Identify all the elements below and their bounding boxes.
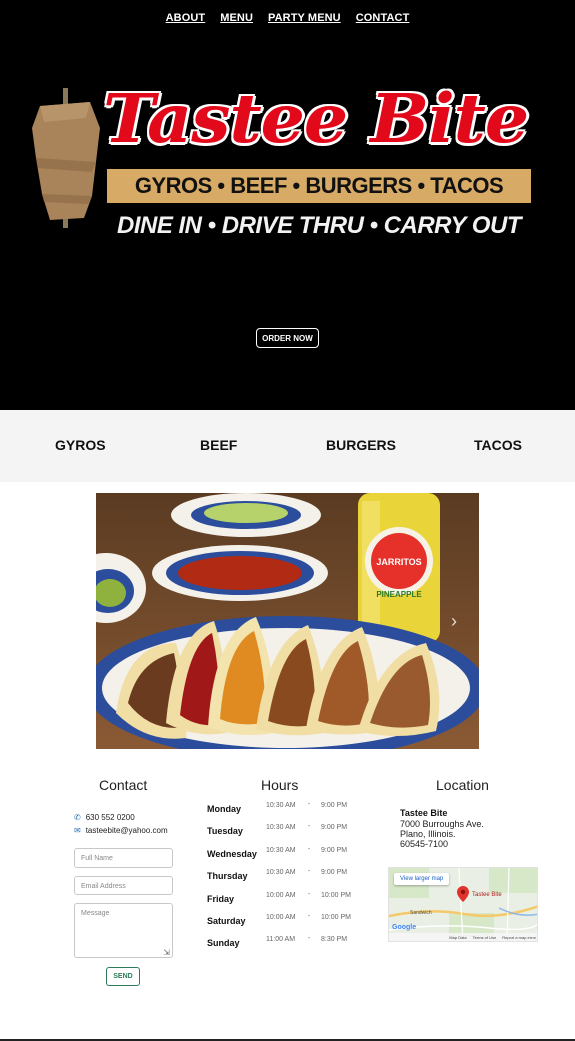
hero-section: ABOUT MENU PARTY MENU CONTACT Tastee Bit… [0,0,575,410]
hours-open: 10:00 AM [266,892,296,899]
nav-party-menu-link[interactable]: PARTY MENU [268,12,341,24]
full-name-input[interactable]: Full Name [74,848,173,868]
map-data-link[interactable]: Map Data [449,935,466,940]
brand-name: Tastee Bite [103,79,529,158]
hours-day: Thursday [207,871,248,881]
map-report-link[interactable]: Report a map error [502,935,536,940]
hours-day: Tuesday [207,826,243,836]
category-bar: GYROS BEEF BURGERS TACOS [0,410,575,482]
contact-email-text: tasteebite@yahoo.com [85,826,168,835]
chevron-right-icon[interactable]: › [451,611,457,632]
google-logo: Google [392,924,417,931]
location-name: Tastee Bite [400,808,448,818]
map-pin-icon[interactable] [457,886,469,902]
hours-dash: - [308,935,311,942]
category-beef[interactable]: BEEF [200,437,237,453]
email-address-input[interactable]: Email Address [74,876,173,895]
map-place-label: Sandwich [410,910,432,916]
message-placeholder: Message [81,910,110,917]
food-band: GYROS • BEEF • BURGERS • TACOS [107,169,531,203]
nav-menu-link[interactable]: MENU [220,12,253,24]
bottle-brand-text: JARRITOS [376,557,421,567]
contact-phone-text: 630 552 0200 [85,813,135,822]
hours-row: Saturday 10:00 AM - 10:00 PM [207,913,367,928]
hours-day: Saturday [207,916,246,926]
map-terms-link[interactable]: Terms of Use [473,935,497,940]
view-larger-map-link[interactable]: View larger map [394,873,450,885]
hours-row: Wednesday 10:30 AM - 9:00 PM [207,846,367,861]
contact-title: Contact [99,777,148,793]
hours-title: Hours [261,777,299,793]
hours-open: 10:30 AM [266,802,296,809]
tacos-photo: JARRITOS PINEAPPLE [96,493,479,749]
nav-about-link[interactable]: ABOUT [166,12,206,24]
hours-dash: - [308,823,311,830]
hours-close: 9:00 PM [321,824,348,831]
hours-open: 10:30 AM [266,824,296,831]
hours-close: 8:30 PM [321,936,348,943]
hours-close: 10:00 PM [321,892,351,899]
location-city: Plano, Illinois. [400,829,456,839]
category-gyros[interactable]: GYROS [55,437,106,453]
contact-email[interactable]: ✉ tasteebite@yahoo.com [74,826,168,835]
hours-day: Friday [207,894,235,904]
hours-row: Thursday 10:30 AM - 9:00 PM [207,868,367,883]
food-carousel[interactable]: JARRITOS PINEAPPLE › [96,493,479,749]
location-street: 7000 Burroughs Ave. [400,819,484,829]
hours-open: 11:00 AM [266,936,296,943]
map-footer: Map Data Terms of Use Report a map error [389,933,537,941]
bottle-flavor-text: PINEAPPLE [376,590,422,599]
category-burgers[interactable]: BURGERS [326,437,396,453]
hours-close: 10:00 PM [321,914,351,921]
hours-row: Monday 10:30 AM - 9:00 PM [207,801,367,816]
top-nav: ABOUT MENU PARTY MENU CONTACT [0,12,575,24]
hours-close: 9:00 PM [321,869,348,876]
envelope-icon: ✉ [74,826,81,835]
location-title: Location [436,777,489,793]
hours-dash: - [308,913,311,920]
hours-close: 9:00 PM [321,802,348,809]
gyro-skewer-icon [32,88,100,228]
category-tacos[interactable]: TACOS [474,437,522,453]
logo: Tastee Bite GYROS • BEEF • BURGERS • TAC… [20,79,550,250]
service-line: DINE IN • DRIVE THRU • CARRY OUT [117,212,521,239]
hours-row: Friday 10:00 AM - 10:00 PM [207,891,367,906]
contact-phone[interactable]: ✆ 630 552 0200 [74,813,135,822]
hours-close: 9:00 PM [321,847,348,854]
send-button[interactable]: SEND [106,967,140,986]
nav-contact-link[interactable]: CONTACT [356,12,410,24]
hours-row: Tuesday 10:30 AM - 9:00 PM [207,823,367,838]
hours-open: 10:30 AM [266,847,296,854]
hours-open: 10:00 AM [266,914,296,921]
hours-row: Sunday 11:00 AM - 8:30 PM [207,935,367,950]
map-pin-label: Tastee Bite [472,892,502,898]
location-zip: 60545-7100 [400,839,449,849]
food-line: GYROS • BEEF • BURGERS • TACOS [134,173,504,198]
hours-dash: - [308,868,311,875]
phone-icon: ✆ [74,813,81,822]
hours-day: Monday [207,804,242,814]
hours-dash: - [308,891,311,898]
hours-dash: - [308,801,311,808]
order-now-button[interactable]: ORDER NOW [256,328,319,348]
message-textarea[interactable]: Message ⇲ [74,903,173,958]
location-map[interactable]: View larger map Tastee Bite Sandwich Goo… [388,867,538,942]
hours-open: 10:30 AM [266,869,296,876]
hours-day: Wednesday [207,849,257,859]
hours-day: Sunday [207,938,240,948]
hours-dash: - [308,846,311,853]
resize-handle-icon[interactable]: ⇲ [163,948,170,957]
